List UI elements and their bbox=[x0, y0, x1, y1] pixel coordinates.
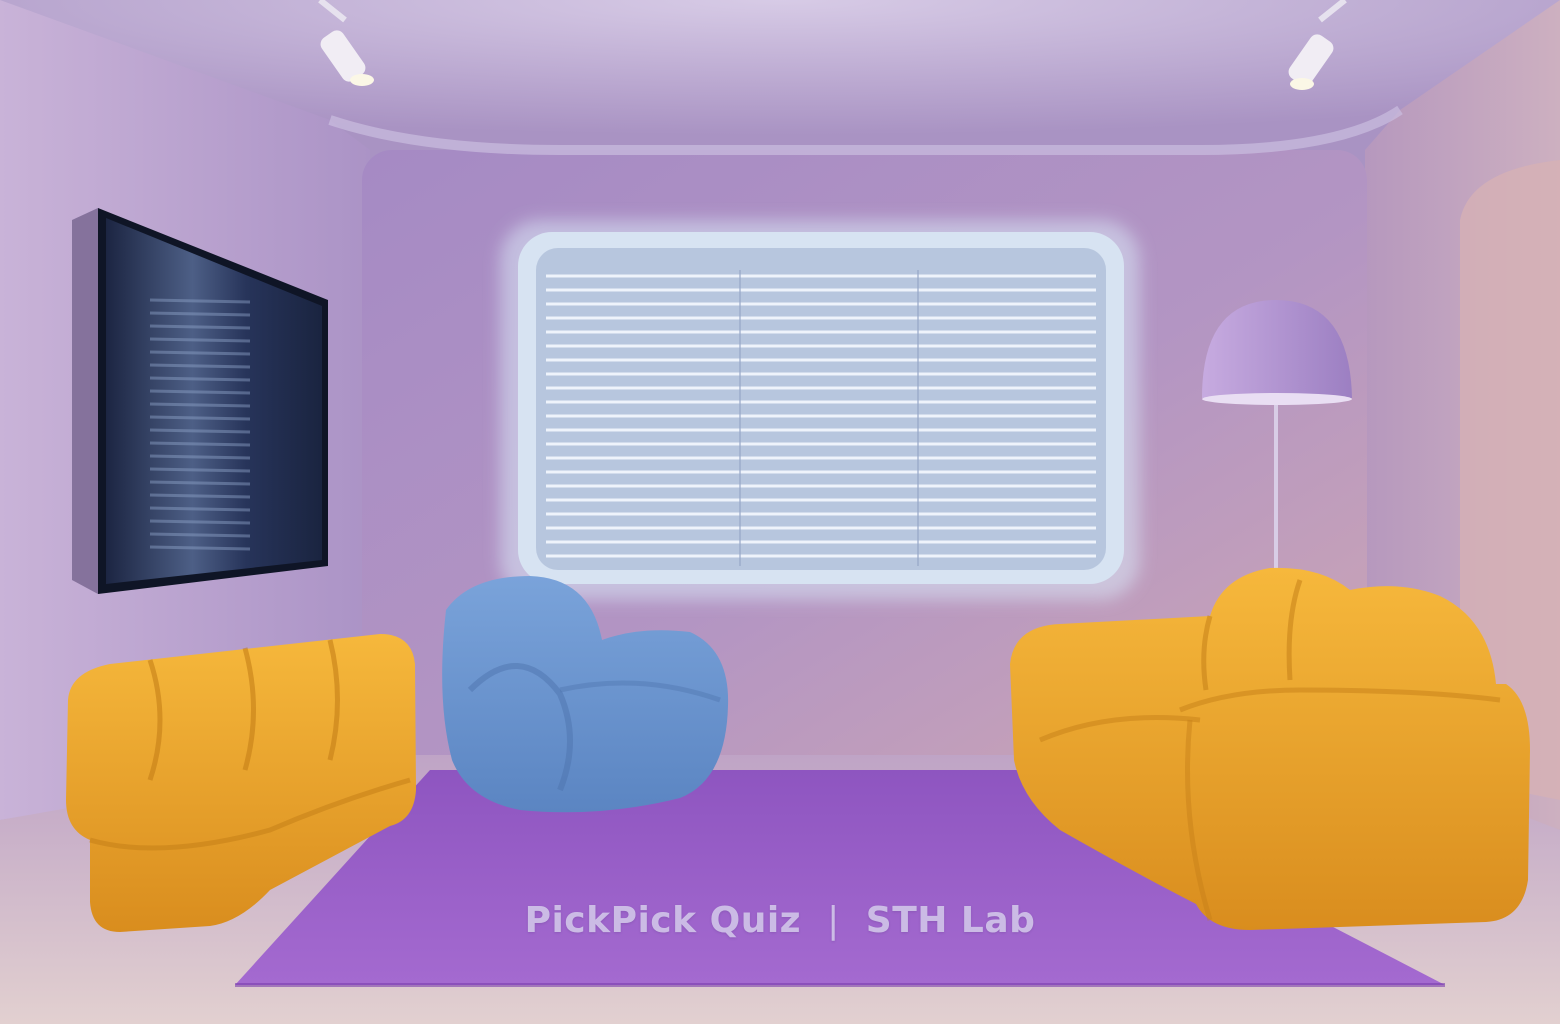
tv-reflection-band bbox=[149, 532, 251, 538]
tv-reflection-band bbox=[149, 480, 251, 486]
tv-reflection-band bbox=[149, 311, 251, 317]
room-illustration bbox=[0, 0, 1560, 1024]
tv-reflection-band bbox=[149, 337, 251, 343]
tv-reflection-band bbox=[149, 519, 251, 525]
tv-reflection-band bbox=[149, 415, 251, 421]
tv-reflection-band bbox=[149, 506, 251, 512]
tv-reflection-band bbox=[149, 493, 251, 499]
tv-reflection-band bbox=[149, 402, 251, 408]
tv-reflection-band bbox=[149, 545, 251, 551]
watermark-lab-name: STH Lab bbox=[865, 899, 1036, 941]
watermark: PickPick Quiz | STH Lab bbox=[0, 890, 1560, 950]
tv-reflection-band bbox=[149, 454, 251, 460]
tv-reflection-band bbox=[149, 441, 251, 447]
tv-reflection-band bbox=[149, 389, 251, 395]
tv-reflection-band bbox=[149, 428, 251, 434]
tv-reflection-band bbox=[149, 376, 251, 382]
blind-slats bbox=[546, 274, 1096, 558]
tv-reflection-band bbox=[149, 467, 251, 473]
tv-reflection-band bbox=[149, 363, 251, 369]
tv-reflection-band bbox=[149, 350, 251, 356]
window-blinds bbox=[536, 248, 1106, 570]
tv-reflection-band bbox=[149, 324, 251, 330]
living-room-scene: PickPick Quiz | STH Lab bbox=[0, 0, 1560, 1024]
watermark-separator: | bbox=[827, 899, 840, 941]
watermark-quiz-name: PickPick Quiz bbox=[524, 899, 802, 941]
tv-reflection-band bbox=[149, 298, 251, 304]
